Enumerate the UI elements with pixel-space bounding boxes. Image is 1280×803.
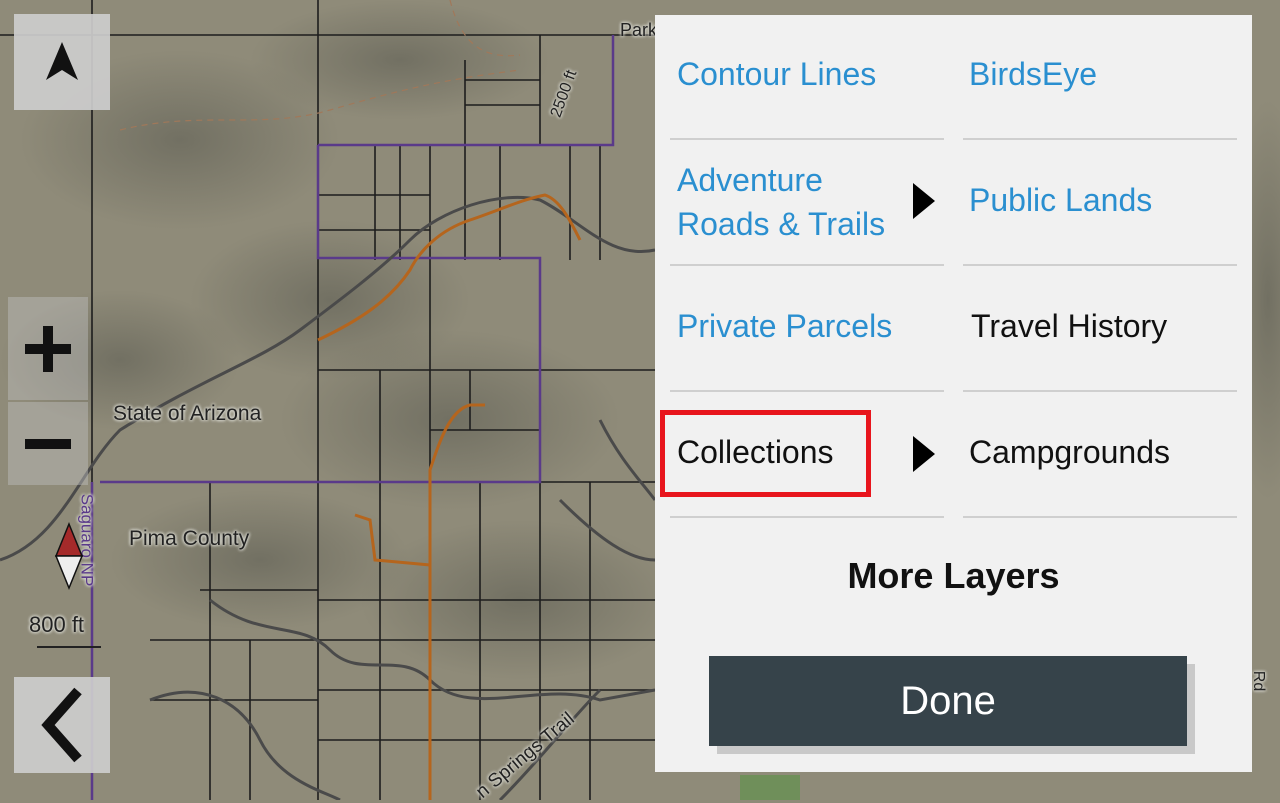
compass-icon[interactable] [54,522,84,592]
layer-label: BirdsEye [969,56,1098,92]
layer-public-lands[interactable]: Public Lands [969,177,1239,223]
divider [670,516,944,518]
north-up-button[interactable] [14,14,110,110]
map-label-county: Pima County [129,527,250,550]
divider [963,264,1237,266]
chevron-left-icon [41,687,82,763]
more-layers-button[interactable]: More Layers [655,555,1252,597]
plus-icon [25,325,71,372]
scale-bar [37,646,101,648]
divider [670,264,944,266]
divider [670,390,944,392]
highlight-box [660,410,871,497]
zoom-in-button[interactable] [8,297,88,400]
layer-birdseye[interactable]: BirdsEye [969,51,1239,97]
back-button[interactable] [14,677,110,773]
north-arrow-icon [46,42,78,80]
layer-label: Public Lands [969,182,1153,218]
submenu-arrow-icon[interactable] [913,183,935,219]
divider [963,390,1237,392]
zoom-out-button[interactable] [8,402,88,485]
layer-label: Private Parcels [677,308,893,344]
scale-label: 800 ft [29,612,85,637]
minus-icon [25,438,71,449]
divider [963,516,1237,518]
map-label-state: State of Arizona [113,402,262,425]
divider [670,138,944,140]
layer-travel-history[interactable]: Travel History [971,303,1241,349]
submenu-arrow-icon[interactable] [913,436,935,472]
layers-panel: Contour Lines BirdsEye Adventure Roads &… [655,15,1252,772]
layer-private-parcels[interactable]: Private Parcels [677,303,945,349]
park-area [740,775,800,800]
divider [963,138,1237,140]
layer-campgrounds[interactable]: Campgrounds [969,429,1239,475]
layer-label: Contour Lines [677,56,877,92]
done-button[interactable]: Done [709,656,1187,746]
layer-label: Adventure Roads & Trails [677,162,886,242]
layer-contour-lines[interactable]: Contour Lines [677,51,945,97]
layer-adventure-roads-trails[interactable]: Adventure Roads & Trails [677,157,917,247]
map-label-park-top: Park [620,20,658,40]
layer-label: Campgrounds [969,434,1170,470]
layer-label: Travel History [971,308,1168,344]
